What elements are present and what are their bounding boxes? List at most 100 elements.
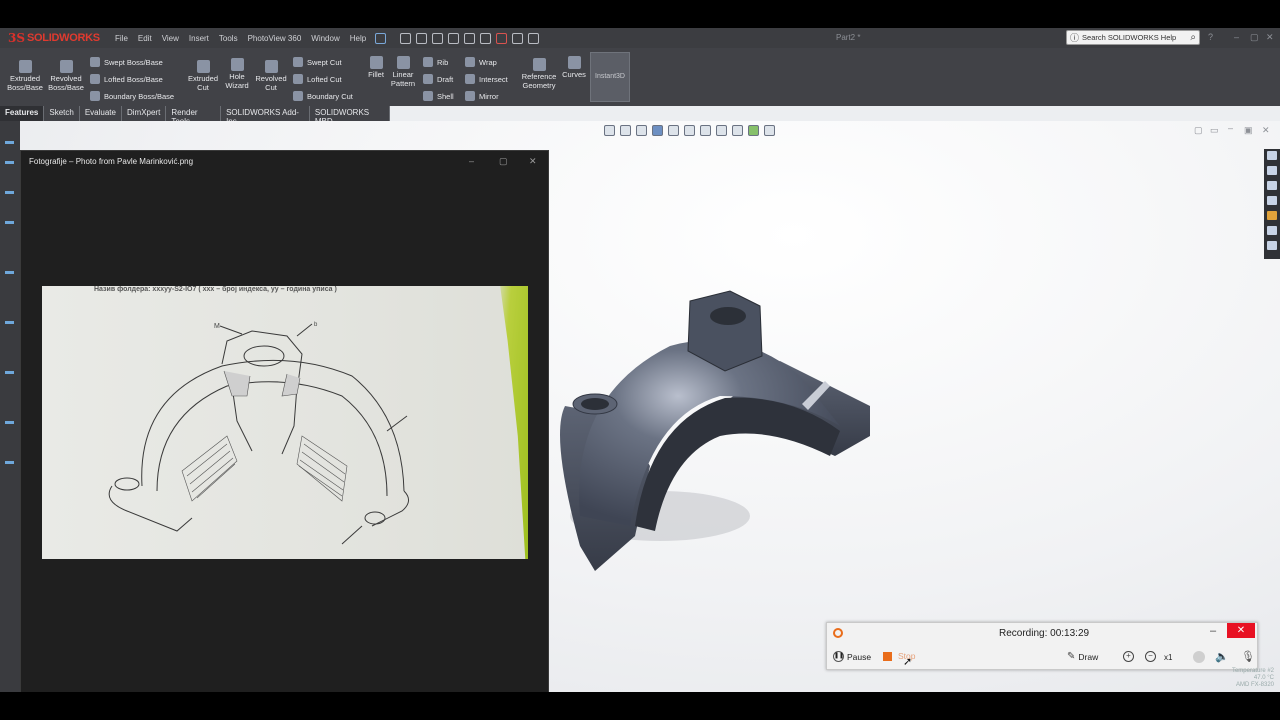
previous-view-icon[interactable] bbox=[636, 125, 647, 136]
zoom-out-button[interactable]: − bbox=[1145, 651, 1156, 662]
zoom-to-fit-icon[interactable] bbox=[604, 125, 615, 136]
tree-icon[interactable] bbox=[5, 371, 14, 374]
apply-scene-icon[interactable] bbox=[748, 125, 759, 136]
viewport-close-icon[interactable]: ✕ bbox=[1262, 125, 1270, 136]
menu-photoview[interactable]: PhotoView 360 bbox=[243, 34, 307, 43]
menu-tools[interactable]: Tools bbox=[214, 34, 243, 43]
swept-cut-button[interactable]: Swept Cut bbox=[293, 57, 342, 67]
boundary-boss-button[interactable]: Boundary Boss/Base bbox=[90, 91, 174, 101]
swept-boss-button[interactable]: Swept Boss/Base bbox=[90, 57, 163, 67]
menu-view[interactable]: View bbox=[157, 34, 184, 43]
tab-dimxpert[interactable]: DimXpert bbox=[122, 106, 167, 121]
tree-icon[interactable] bbox=[5, 191, 14, 194]
options-gear-icon[interactable] bbox=[528, 32, 540, 44]
tree-icon[interactable] bbox=[5, 461, 14, 464]
boundary-cut-button[interactable]: Boundary Cut bbox=[293, 91, 353, 101]
reference-geometry-button[interactable]: Reference Geometry bbox=[518, 58, 560, 90]
recorder-close-button[interactable]: ✕ bbox=[1227, 623, 1255, 638]
view-orientation-icon[interactable] bbox=[684, 125, 695, 136]
mirror-button[interactable]: Mirror bbox=[465, 91, 499, 101]
tab-render-tools[interactable]: Render Tools bbox=[166, 106, 222, 126]
save-icon[interactable] bbox=[432, 32, 444, 44]
open-folder-icon[interactable] bbox=[416, 32, 428, 44]
photo-viewer-window[interactable]: Fotografije – Photo from Pavle Marinkovi… bbox=[20, 150, 549, 692]
design-library-icon[interactable] bbox=[1267, 181, 1277, 190]
extruded-cut-button[interactable]: Extruded Cut bbox=[184, 60, 222, 92]
viewer-maximize-icon[interactable]: ▢ bbox=[499, 156, 508, 167]
linear-pattern-button[interactable]: Linear Pattern bbox=[389, 56, 417, 88]
viewport-maximize-icon[interactable]: ▣ bbox=[1244, 125, 1253, 136]
resources-icon[interactable] bbox=[1267, 166, 1277, 175]
dynamic-annotation-icon[interactable] bbox=[668, 125, 679, 136]
maximize-icon[interactable]: ▢ bbox=[1250, 32, 1259, 43]
hole-wizard-button[interactable]: Hole Wizard bbox=[222, 58, 252, 90]
appearances-icon[interactable] bbox=[1267, 211, 1277, 220]
speaker-icon[interactable]: 🔈 bbox=[1215, 650, 1229, 663]
tab-evaluate[interactable]: Evaluate bbox=[80, 106, 122, 121]
display-style-icon[interactable] bbox=[700, 125, 711, 136]
custom-properties-icon[interactable] bbox=[1267, 226, 1277, 235]
wrap-button[interactable]: Wrap bbox=[465, 57, 497, 67]
viewport-restore-icon[interactable]: ▢ bbox=[1194, 125, 1203, 136]
feature-manager-panel[interactable] bbox=[0, 121, 20, 692]
tab-sketch[interactable]: Sketch bbox=[44, 106, 80, 121]
home-icon[interactable] bbox=[1267, 151, 1277, 160]
section-view-icon[interactable] bbox=[652, 125, 663, 136]
file-explorer-icon[interactable] bbox=[1267, 196, 1277, 205]
select-arrow-icon[interactable] bbox=[480, 32, 492, 44]
minimize-icon[interactable]: – bbox=[1234, 32, 1239, 42]
3d-model[interactable] bbox=[540, 286, 900, 586]
close-icon[interactable]: ✕ bbox=[1266, 32, 1274, 43]
tab-mbd[interactable]: SOLIDWORKS MBD bbox=[310, 106, 390, 126]
draw-button[interactable]: ✎ Draw bbox=[1067, 651, 1098, 662]
curves-button[interactable]: Curves bbox=[561, 56, 587, 80]
tab-addins[interactable]: SOLIDWORKS Add-Ins bbox=[221, 106, 310, 126]
viewer-close-icon[interactable]: ✕ bbox=[529, 156, 537, 167]
pause-button[interactable]: ❚❚ Pause bbox=[833, 651, 871, 662]
menu-insert[interactable]: Insert bbox=[184, 34, 214, 43]
zoom-in-button[interactable]: + bbox=[1123, 651, 1134, 662]
file-properties-icon[interactable] bbox=[512, 32, 524, 44]
rib-button[interactable]: Rib bbox=[423, 57, 448, 67]
rebuild-icon[interactable] bbox=[496, 32, 508, 44]
recorder-minimize-icon[interactable]: – bbox=[1210, 625, 1216, 637]
extruded-boss-button[interactable]: Extruded Boss/Base bbox=[6, 60, 44, 92]
viewer-minimize-icon[interactable]: – bbox=[469, 156, 474, 166]
search-help-field[interactable]: ⓘ Search SOLIDWORKS Help ⌕ bbox=[1066, 30, 1200, 45]
menu-help[interactable]: Help bbox=[345, 34, 371, 43]
tab-features[interactable]: Features bbox=[0, 106, 45, 121]
draft-button[interactable]: Draft bbox=[423, 74, 453, 84]
revolved-cut-button[interactable]: Revolved Cut bbox=[253, 60, 289, 92]
fillet-button[interactable]: Fillet bbox=[364, 56, 388, 80]
undo-icon[interactable] bbox=[464, 32, 476, 44]
zoom-area-icon[interactable] bbox=[620, 125, 631, 136]
tree-icon[interactable] bbox=[5, 321, 14, 324]
lofted-boss-button[interactable]: Lofted Boss/Base bbox=[90, 74, 163, 84]
forum-icon[interactable] bbox=[1267, 241, 1277, 250]
microphone-icon[interactable]: 🎙 bbox=[1241, 650, 1255, 663]
tree-icon[interactable] bbox=[5, 141, 14, 144]
menu-window[interactable]: Window bbox=[306, 34, 344, 43]
screen-recorder-widget[interactable]: Recording: 00:13:29 – ✕ ❚❚ Pause Stop ➚ … bbox=[826, 622, 1258, 670]
search-icon[interactable]: ⌕ bbox=[1190, 32, 1196, 43]
tree-icon[interactable] bbox=[5, 221, 14, 224]
menu-edit[interactable]: Edit bbox=[133, 34, 157, 43]
tree-icon[interactable] bbox=[5, 161, 14, 164]
shell-button[interactable]: Shell bbox=[423, 91, 454, 101]
revolved-boss-button[interactable]: Revolved Boss/Base bbox=[46, 60, 86, 92]
new-document-icon[interactable] bbox=[400, 32, 412, 44]
edit-appearance-icon[interactable] bbox=[732, 125, 743, 136]
view-settings-icon[interactable] bbox=[764, 125, 775, 136]
hide-show-icon[interactable] bbox=[716, 125, 727, 136]
lofted-cut-button[interactable]: Lofted Cut bbox=[293, 74, 342, 84]
drawing-photo[interactable]: Назив фолдера: xxxyy-S2-IO7 ( xxx – број… bbox=[42, 286, 528, 559]
tree-icon[interactable] bbox=[5, 271, 14, 274]
instant3d-button[interactable]: Instant3D bbox=[590, 52, 630, 102]
menu-file[interactable]: File bbox=[110, 34, 133, 43]
pin-icon[interactable] bbox=[375, 32, 387, 44]
help-question-icon[interactable]: ? bbox=[1208, 32, 1213, 42]
tree-icon[interactable] bbox=[5, 421, 14, 424]
solidworks-logo[interactable]: 3S SOLIDWORKS bbox=[0, 31, 110, 45]
intersect-button[interactable]: Intersect bbox=[465, 74, 508, 84]
viewport-split-icon[interactable]: ▭ bbox=[1210, 125, 1219, 136]
